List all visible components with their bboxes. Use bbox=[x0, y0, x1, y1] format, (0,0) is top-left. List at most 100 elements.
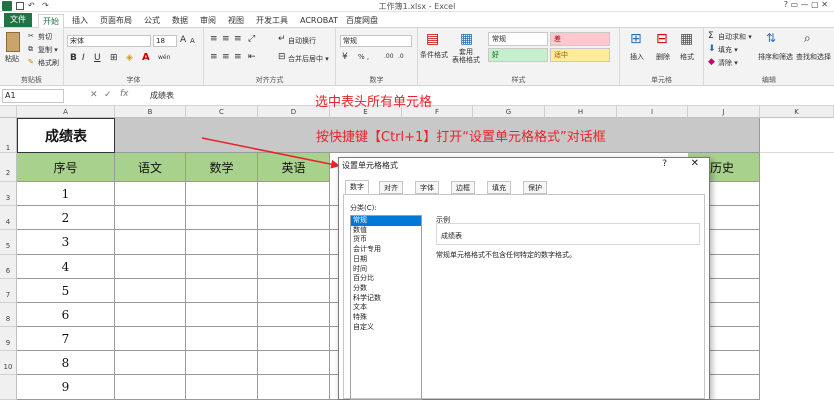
fill-button[interactable]: 填充 ▾ bbox=[718, 45, 738, 55]
cancel-formula-icon[interactable]: ✕ bbox=[90, 90, 98, 100]
row-header-11[interactable] bbox=[0, 375, 17, 400]
tab-data[interactable]: 数据 bbox=[168, 14, 192, 28]
cut-icon[interactable]: ✂ bbox=[28, 32, 34, 40]
format-table-button[interactable]: 套用 表格格式 bbox=[452, 48, 480, 64]
category-item[interactable]: 文本 bbox=[351, 303, 421, 313]
style-neutral[interactable]: 适中 bbox=[550, 48, 610, 62]
row-header-10[interactable]: 10 bbox=[0, 351, 17, 375]
row-header-1[interactable]: 1 bbox=[0, 118, 17, 153]
dialog-tab-protection[interactable]: 保护 bbox=[523, 181, 547, 194]
tab-home[interactable]: 开始 bbox=[38, 14, 64, 28]
format-painter-button[interactable]: 格式刷 bbox=[38, 58, 59, 68]
serial-cell[interactable]: 9 bbox=[17, 375, 115, 400]
serial-cell[interactable]: 5 bbox=[17, 279, 115, 303]
select-all-corner[interactable] bbox=[0, 106, 17, 118]
align-middle-icon[interactable]: ≡ bbox=[222, 34, 230, 44]
underline-button[interactable]: U bbox=[94, 53, 101, 63]
row-header-6[interactable]: 6 bbox=[0, 255, 17, 279]
data-cell[interactable] bbox=[115, 327, 186, 351]
number-format-select[interactable]: 常规 bbox=[340, 35, 412, 47]
dialog-close-button[interactable]: ✕ bbox=[691, 158, 699, 169]
serial-cell[interactable]: 8 bbox=[17, 351, 115, 375]
clear-icon[interactable]: ◆ bbox=[708, 57, 715, 67]
tab-developer[interactable]: 开发工具 bbox=[252, 14, 292, 28]
insert-cells-button[interactable]: 插入 bbox=[630, 52, 644, 62]
data-cell[interactable] bbox=[258, 351, 330, 375]
conditional-format-button[interactable]: 条件格式 bbox=[420, 50, 448, 60]
row-header-7[interactable]: 7 bbox=[0, 279, 17, 303]
category-item[interactable]: 自定义 bbox=[351, 323, 421, 333]
tab-formulas[interactable]: 公式 bbox=[140, 14, 164, 28]
conditional-format-icon[interactable]: ▤ bbox=[426, 31, 439, 47]
format-table-icon[interactable]: ▦ bbox=[460, 31, 473, 47]
header-english[interactable]: 英语 bbox=[258, 153, 330, 182]
phonetic-button[interactable]: wén bbox=[158, 54, 170, 61]
find-select-button[interactable]: 查找和选择 bbox=[796, 52, 831, 62]
serial-cell[interactable]: 1 bbox=[17, 182, 115, 206]
insert-function-button[interactable]: fx bbox=[120, 89, 129, 99]
data-cell[interactable] bbox=[258, 303, 330, 327]
column-header-b[interactable]: B bbox=[115, 106, 186, 118]
category-item[interactable]: 特殊 bbox=[351, 313, 421, 323]
paste-button[interactable]: 粘贴 bbox=[5, 54, 19, 64]
wrap-text-icon[interactable]: ↵ bbox=[278, 34, 286, 44]
format-cells-button[interactable]: 格式 bbox=[680, 52, 694, 62]
fill-color-icon[interactable]: ◈ bbox=[126, 53, 133, 63]
paste-icon[interactable] bbox=[6, 32, 20, 52]
header-serial[interactable]: 序号 bbox=[17, 153, 115, 182]
row-header-8[interactable]: 8 bbox=[0, 303, 17, 327]
data-cell[interactable] bbox=[258, 375, 330, 400]
data-cell[interactable] bbox=[186, 206, 258, 230]
category-item[interactable]: 时间 bbox=[351, 265, 421, 275]
dialog-tab-font[interactable]: 字体 bbox=[415, 181, 439, 194]
data-cell[interactable] bbox=[258, 255, 330, 279]
delete-cells-button[interactable]: 删除 bbox=[656, 52, 670, 62]
dialog-tab-alignment[interactable]: 对齐 bbox=[379, 181, 403, 194]
title-cell[interactable]: 成绩表 bbox=[17, 118, 115, 153]
data-cell[interactable] bbox=[186, 279, 258, 303]
grow-font-button[interactable]: A bbox=[180, 35, 186, 45]
tab-acrobat[interactable]: ACROBAT bbox=[296, 14, 342, 28]
data-cell[interactable] bbox=[115, 303, 186, 327]
copy-icon[interactable]: ⧉ bbox=[28, 45, 33, 54]
font-size-select[interactable]: 18 bbox=[153, 35, 177, 47]
format-painter-icon[interactable]: ✎ bbox=[28, 58, 34, 66]
shrink-font-button[interactable]: A bbox=[190, 37, 195, 45]
data-cell[interactable] bbox=[186, 351, 258, 375]
align-left-icon[interactable]: ≡ bbox=[210, 52, 218, 62]
data-cell[interactable] bbox=[258, 279, 330, 303]
bold-button[interactable]: B bbox=[70, 53, 77, 63]
indent-icon[interactable]: ⇤ bbox=[248, 52, 256, 62]
data-cell[interactable] bbox=[115, 375, 186, 400]
data-cell[interactable] bbox=[115, 206, 186, 230]
row-header-2[interactable]: 2 bbox=[0, 153, 17, 182]
data-cell[interactable] bbox=[186, 182, 258, 206]
category-item[interactable]: 会计专用 bbox=[351, 245, 421, 255]
confirm-formula-icon[interactable]: ✓ bbox=[104, 90, 112, 100]
autosum-button[interactable]: 自动求和 ▾ bbox=[718, 32, 752, 42]
column-header-g[interactable]: G bbox=[473, 106, 545, 118]
data-cell[interactable] bbox=[186, 327, 258, 351]
dialog-help-button[interactable]: ? bbox=[662, 159, 667, 169]
data-cell[interactable] bbox=[186, 230, 258, 255]
data-cell[interactable] bbox=[115, 182, 186, 206]
serial-cell[interactable]: 6 bbox=[17, 303, 115, 327]
data-cell[interactable] bbox=[258, 230, 330, 255]
column-header-i[interactable]: I bbox=[617, 106, 688, 118]
category-item[interactable]: 数值 bbox=[351, 226, 421, 236]
header-chinese[interactable]: 语文 bbox=[115, 153, 186, 182]
column-header-j[interactable]: J bbox=[688, 106, 760, 118]
italic-button[interactable]: I bbox=[82, 53, 85, 63]
data-cell[interactable] bbox=[258, 182, 330, 206]
data-cell[interactable] bbox=[258, 327, 330, 351]
column-header-a[interactable]: A bbox=[17, 106, 115, 118]
align-right-icon[interactable]: ≡ bbox=[234, 52, 242, 62]
data-cell[interactable] bbox=[115, 279, 186, 303]
column-header-h[interactable]: H bbox=[545, 106, 617, 118]
dialog-tab-fill[interactable]: 填充 bbox=[487, 181, 511, 194]
data-cell[interactable] bbox=[115, 351, 186, 375]
serial-cell[interactable]: 3 bbox=[17, 230, 115, 255]
formula-input[interactable]: 成绩表 bbox=[150, 90, 174, 101]
category-item[interactable]: 常规 bbox=[351, 216, 421, 226]
merge-center-button[interactable]: 合并后居中 ▾ bbox=[288, 54, 329, 64]
